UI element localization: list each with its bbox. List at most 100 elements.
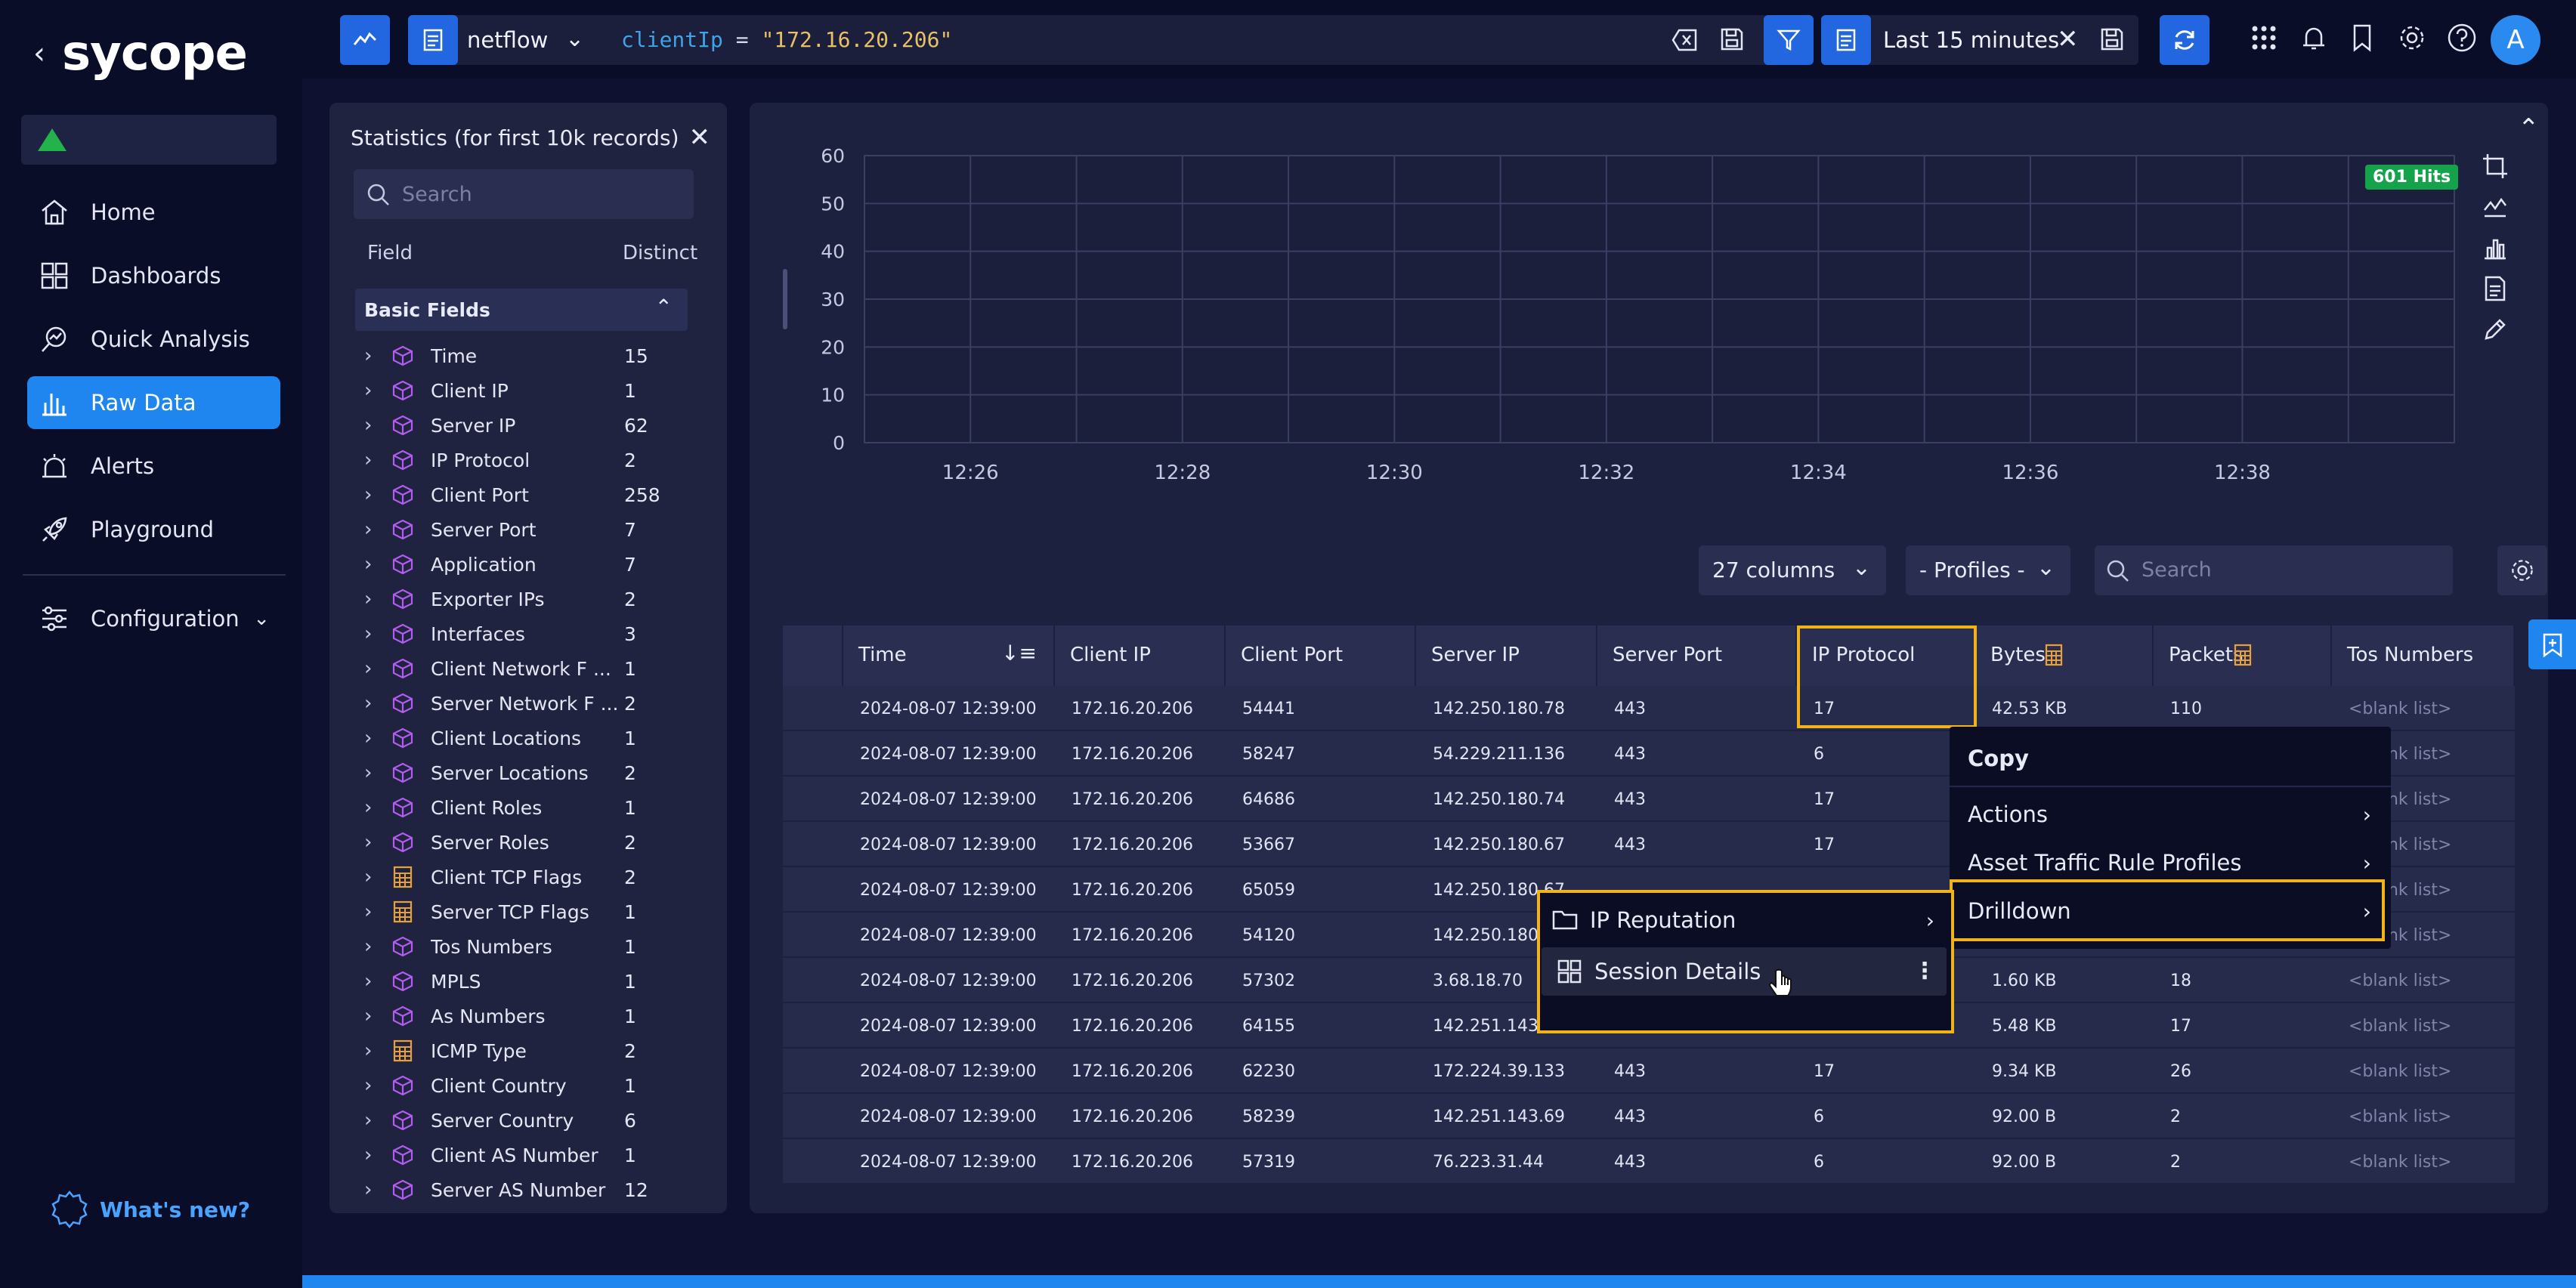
menu-item-asset-traffic-rule-profiles[interactable]: Asset Traffic Rule Profiles › [1950, 839, 2391, 887]
table-cell[interactable]: 2024-08-07 12:39:00 [860, 1153, 1037, 1172]
chevron-down-icon[interactable]: ⌄ [565, 26, 584, 52]
table-cell[interactable]: <blank list> [2349, 971, 2451, 990]
chevron-right-icon[interactable]: › [364, 657, 385, 680]
table-cell[interactable]: 172.16.20.206 [1072, 881, 1193, 900]
chevron-right-icon[interactable]: › [364, 483, 385, 506]
table-cell[interactable]: 172.16.20.206 [1072, 700, 1193, 718]
field-row[interactable]: › Server Port 7 [364, 512, 697, 547]
field-row[interactable]: › Server AS Number 12 [364, 1172, 697, 1207]
chevron-right-icon[interactable]: › [364, 1039, 385, 1062]
table-cell[interactable]: 172.16.20.206 [1072, 926, 1193, 945]
chevron-right-icon[interactable]: › [364, 553, 385, 576]
submenu-item-session-details[interactable]: Session Details ⋮ [1542, 947, 1947, 996]
field-row[interactable]: › Server Roles 2 [364, 825, 697, 860]
chevron-right-icon[interactable]: › [364, 622, 385, 645]
table-cell[interactable]: <blank list> [2349, 1153, 2451, 1172]
table-cell[interactable]: 9.34 KB [1992, 1062, 2057, 1081]
table-cell[interactable]: 54.229.211.136 [1433, 745, 1565, 764]
field-row[interactable]: › Server Country 6 [364, 1103, 697, 1138]
sort-descending-icon[interactable]: ↓≡ [1001, 641, 1037, 666]
table-cell[interactable]: 17 [2170, 1017, 2191, 1036]
table-cell[interactable]: 2024-08-07 12:39:00 [860, 700, 1037, 718]
table-cell[interactable]: 2024-08-07 12:39:00 [860, 836, 1037, 854]
chevron-right-icon[interactable]: › [364, 761, 385, 784]
chevron-right-icon[interactable]: › [364, 935, 385, 958]
table-cell[interactable]: 172.16.20.206 [1072, 1107, 1193, 1126]
table-cell[interactable]: 2024-08-07 12:39:00 [860, 971, 1037, 990]
table-cell[interactable]: 6 [1814, 745, 1824, 764]
table-cell[interactable]: 172.16.20.206 [1072, 1017, 1193, 1036]
table-cell[interactable]: 172.16.20.206 [1072, 1153, 1193, 1172]
table-cell[interactable]: <blank list> [2349, 700, 2451, 718]
chevron-right-icon[interactable]: › [364, 1109, 385, 1132]
source-select[interactable]: netflow [467, 27, 548, 53]
table-cell[interactable]: 2 [2170, 1107, 2181, 1126]
field-row[interactable]: › As Numbers 1 [364, 999, 697, 1033]
bell-icon[interactable] [2297, 21, 2330, 54]
histogram-chart[interactable]: 0 10 20 30 40 50 60 12:26 12:28 12:30 12:32 12:34 12… [750, 103, 2472, 496]
table-cell[interactable]: 142.251.143.69 [1433, 1107, 1565, 1126]
nav-item-raw-data[interactable]: Raw Data [27, 376, 280, 429]
table-cell[interactable]: 172.224.39.133 [1433, 1062, 1565, 1081]
query-input[interactable]: clientIp = "172.16.20.206" [621, 27, 952, 52]
table-cell[interactable]: 58239 [1242, 1107, 1295, 1126]
table-cell[interactable]: 443 [1614, 1153, 1646, 1172]
help-icon[interactable] [2445, 21, 2479, 54]
table-cell[interactable]: 17 [1814, 700, 1835, 718]
submenu-item-ip-reputation[interactable]: IP Reputation › [1537, 896, 1953, 944]
table-cell[interactable]: 443 [1614, 1062, 1646, 1081]
table-settings-button[interactable] [2497, 545, 2547, 595]
table-cell[interactable]: 17 [1814, 836, 1835, 854]
whats-new-link[interactable]: What's new? [50, 1190, 250, 1229]
chevron-right-icon[interactable]: › [364, 727, 385, 749]
table-cell[interactable]: 58247 [1242, 745, 1295, 764]
more-options-icon[interactable]: ⋮ [1913, 960, 1936, 983]
apps-grid-icon[interactable] [2247, 21, 2281, 54]
clear-time-icon[interactable]: ✕ [2057, 24, 2079, 54]
table-cell[interactable]: 53667 [1242, 836, 1295, 854]
table-cell[interactable]: 6 [1814, 1107, 1824, 1126]
system-status-bar[interactable] [21, 115, 277, 165]
chevron-right-icon[interactable]: › [364, 970, 385, 993]
field-row[interactable]: › Client TCP Flags 2 [364, 860, 697, 894]
field-row[interactable]: › Client Network F ... 1 [364, 651, 697, 686]
table-cell[interactable]: 2024-08-07 12:39:00 [860, 745, 1037, 764]
chevron-right-icon[interactable]: › [364, 449, 385, 471]
line-chart-icon[interactable] [2480, 192, 2510, 222]
profiles-select[interactable]: - Profiles - ⌄ [1906, 545, 2070, 595]
table-cell[interactable]: 172.16.20.206 [1072, 836, 1193, 854]
table-cell[interactable]: 142.250.180.74 [1433, 790, 1565, 809]
chevron-up-icon[interactable]: ⌃ [2518, 113, 2540, 144]
field-row[interactable]: › Exporter IPs 2 [364, 582, 697, 616]
table-cell[interactable]: 64686 [1242, 790, 1295, 809]
table-cell[interactable]: 92.00 B [1992, 1107, 2056, 1126]
column-header[interactable]: Packets [2154, 625, 2332, 686]
bar-chart-icon[interactable] [2480, 233, 2510, 263]
save-time-icon[interactable] [2099, 26, 2125, 55]
settings-gear-icon[interactable] [2395, 21, 2429, 54]
table-row[interactable]: 2024-08-07 12:39:00 172.16.20.206 57319 76.… [783, 1139, 2515, 1185]
save-query-icon[interactable] [1719, 26, 1745, 55]
filter-button[interactable] [1764, 15, 1814, 65]
refresh-button[interactable] [2160, 15, 2210, 65]
close-icon[interactable]: ✕ [689, 122, 711, 153]
column-header[interactable]: Tos Numbers [2332, 625, 2515, 686]
basic-fields-section[interactable]: Basic Fields ⌃ [355, 289, 688, 331]
column-header[interactable]: Client IP [1055, 625, 1226, 686]
document-icon[interactable] [2480, 273, 2510, 304]
field-row[interactable]: › Client Roles 1 [364, 790, 697, 825]
table-cell[interactable]: 172.16.20.206 [1072, 790, 1193, 809]
field-row[interactable]: › Interfaces 3 [364, 616, 697, 651]
user-avatar[interactable]: A [2491, 15, 2540, 65]
nav-item-alerts[interactable]: Alerts [27, 440, 280, 493]
table-cell[interactable]: 2024-08-07 12:39:00 [860, 1062, 1037, 1081]
chevron-right-icon[interactable]: › [364, 866, 385, 888]
statistics-search-input[interactable]: Search [354, 169, 694, 219]
table-cell[interactable]: 6 [1814, 1153, 1824, 1172]
field-row[interactable]: › Application 7 [364, 547, 697, 582]
menu-item-copy[interactable]: Copy [1950, 734, 2391, 783]
table-cell[interactable]: 2024-08-07 12:39:00 [860, 1107, 1037, 1126]
table-cell[interactable]: 2024-08-07 12:39:00 [860, 881, 1037, 900]
table-row[interactable]: 2024-08-07 12:39:00 172.16.20.206 54441 142… [783, 686, 2515, 731]
table-cell[interactable]: 2 [2170, 1153, 2181, 1172]
